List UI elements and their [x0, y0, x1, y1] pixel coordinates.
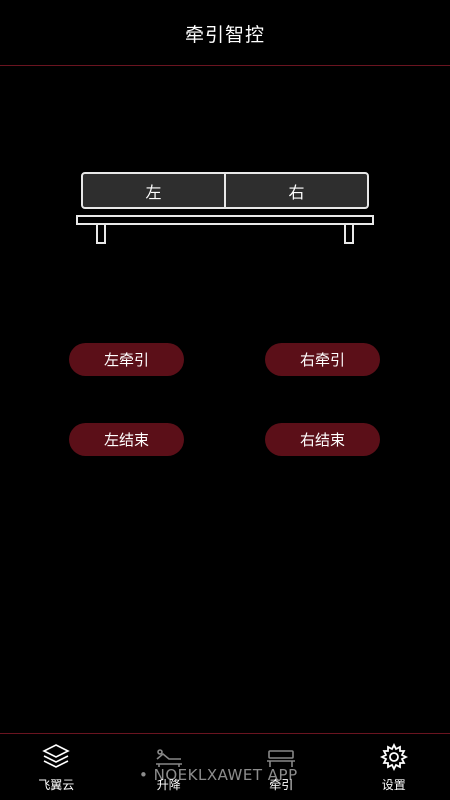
bed-right-label: 右 — [288, 182, 305, 202]
right-end-button[interactable]: 右结束 — [265, 423, 380, 456]
left-end-button[interactable]: 左结束 — [69, 423, 184, 456]
bed-frame — [76, 215, 374, 225]
bed-leg-right — [344, 223, 354, 244]
left-traction-button[interactable]: 左牵引 — [69, 343, 184, 376]
bed-leg-left — [96, 223, 106, 244]
nav-label-settings: 设置 — [381, 778, 406, 792]
gear-icon — [379, 742, 409, 772]
app-header: 牵引智控 — [0, 0, 450, 66]
header-divider — [0, 65, 450, 66]
nav-item-settings[interactable]: 设置 — [338, 734, 450, 800]
right-traction-button[interactable]: 右牵引 — [265, 343, 380, 376]
layers-icon — [41, 742, 71, 772]
bed-right-side[interactable]: 右 — [226, 174, 367, 207]
watermark: • NOEKLXAWET APP — [139, 766, 298, 784]
bed-left-side[interactable]: 左 — [83, 174, 226, 207]
bed-illustration: 左 右 — [76, 172, 376, 246]
page-title: 牵引智控 — [184, 23, 265, 46]
nav-item-feiyiyun[interactable]: 飞翼云 — [0, 734, 113, 800]
mattress: 左 右 — [81, 172, 369, 209]
bed-left-label: 左 — [145, 182, 162, 202]
nav-label-feiyiyun: 飞翼云 — [38, 778, 75, 792]
